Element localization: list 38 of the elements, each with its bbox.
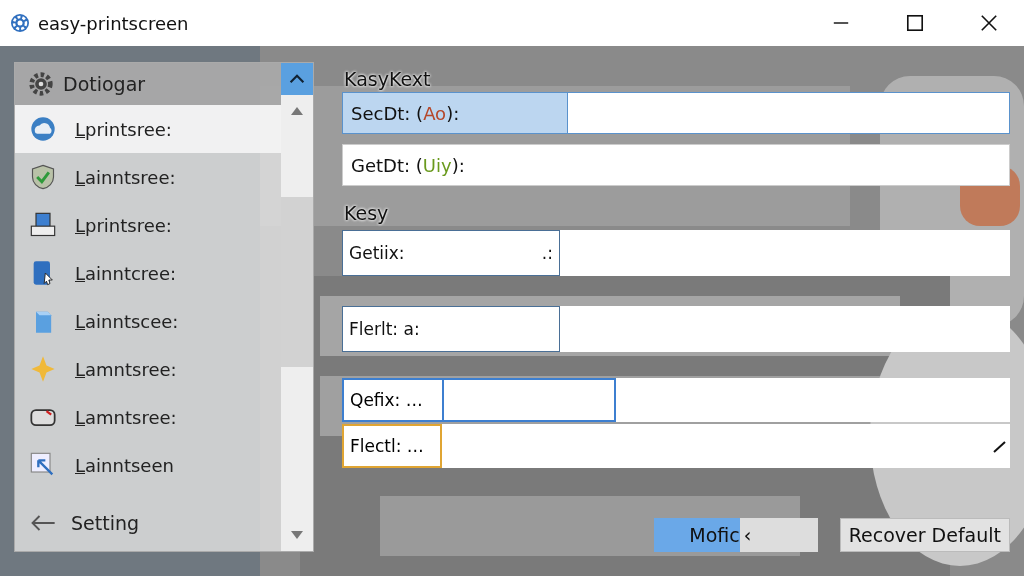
collapse-button[interactable] — [281, 63, 313, 95]
sidebar-item[interactable]: Lainntseen — [15, 441, 281, 489]
scroll-thumb[interactable] — [281, 197, 313, 367]
shield-icon — [29, 163, 57, 191]
input-field[interactable]: Flerlt: a: — [342, 306, 1010, 352]
printer-icon — [29, 211, 57, 239]
field-label: GetDt: (Uiy): — [351, 154, 465, 176]
hotkey-field[interactable]: SecDt: (Ao): — [342, 92, 1010, 134]
sidebar-item[interactable]: Setting — [15, 495, 281, 551]
field-label: Flerlt: a: — [349, 319, 420, 339]
recover-default-button[interactable]: Recover Default — [839, 518, 1010, 552]
field-value: .: — [541, 243, 553, 263]
sidebar-item[interactable]: Lamntsree: — [15, 345, 281, 393]
section-heading: Kesy — [344, 202, 389, 224]
field-label: Getiix: — [349, 243, 405, 263]
sidebar-item[interactable]: Lprintsree: — [15, 105, 281, 153]
field-label: Flectl: … — [342, 424, 442, 468]
sidebar-item[interactable]: Lainntsree: — [15, 153, 281, 201]
field-label: SecDt: (Ao): — [351, 102, 460, 124]
close-icon[interactable] — [980, 14, 998, 32]
input-field[interactable]: Getiix: .: — [342, 230, 1010, 276]
sidebar-header: Dotiogar — [63, 73, 146, 95]
window-title: easy-printscreen — [38, 12, 189, 34]
maximize-icon[interactable] — [906, 14, 924, 32]
section-heading: KasyKext — [344, 68, 431, 90]
globe-icon — [29, 115, 57, 143]
hotkey-field[interactable]: GetDt: (Uiy): — [342, 144, 1010, 186]
sidebar-item[interactable]: Lainntcree: — [15, 249, 281, 297]
gear-icon — [27, 70, 55, 98]
resize-grip-icon — [992, 439, 1006, 453]
field-label: Qefix: … — [344, 380, 444, 420]
input-field[interactable]: Qefix: … — [342, 378, 1010, 422]
modify-button[interactable]: Mofic ‹ — [653, 518, 818, 552]
sidebar-item[interactable]: Lprintsree: — [15, 201, 281, 249]
gear-icon — [8, 11, 32, 35]
sidebar-item[interactable]: Lainntscee: — [15, 297, 281, 345]
sidebar-item[interactable]: Lamntsree: — [15, 393, 281, 441]
input-field[interactable]: Flectl: … — [342, 424, 1010, 468]
